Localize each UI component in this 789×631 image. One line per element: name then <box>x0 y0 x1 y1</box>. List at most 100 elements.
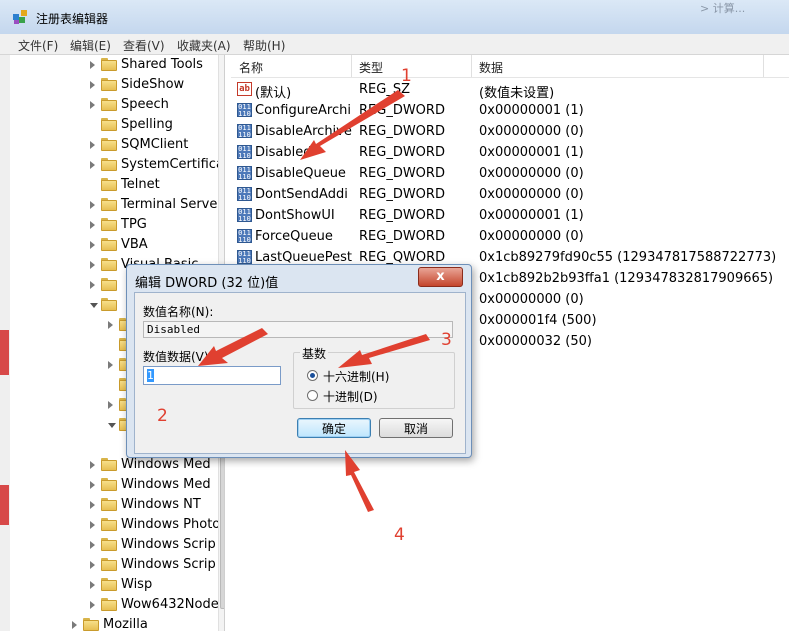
expand-arrow-icon[interactable] <box>90 541 95 549</box>
value-name: Disabled <box>255 145 312 160</box>
tree-item[interactable]: SystemCertifica <box>10 155 224 175</box>
close-button[interactable]: x <box>418 267 463 287</box>
tree-scrollbar-thumb[interactable] <box>220 447 224 609</box>
value-data-input[interactable]: 1 <box>143 366 281 385</box>
hex-label[interactable]: 十六进制(H) <box>323 368 389 385</box>
folder-icon <box>101 138 117 151</box>
menu-view[interactable]: 查看(V) <box>123 37 165 54</box>
value-type: REG_DWORD <box>359 208 445 223</box>
tree-item[interactable]: Windows Med <box>10 455 224 475</box>
value-name: ForceQueue <box>255 229 333 244</box>
value-row[interactable]: 011 110 DisableArchive REG_DWORD 0x00000000… <box>231 121 789 142</box>
expand-arrow-icon[interactable] <box>90 581 95 589</box>
tree-item-label: VBA <box>121 237 148 252</box>
tree-item[interactable]: Wisp <box>10 575 224 595</box>
title-bar: 注册表编辑器 > 计算... <box>0 0 789 34</box>
expand-arrow-icon[interactable] <box>90 241 95 249</box>
collapse-arrow-icon[interactable] <box>108 423 116 428</box>
folder-icon <box>101 518 117 531</box>
value-row[interactable]: 011 110 Disabled REG_DWORD 0x00000001 (1) <box>231 142 789 163</box>
annotation-3: 3 <box>441 330 452 350</box>
folder-icon <box>101 538 117 551</box>
column-divider[interactable] <box>351 55 352 77</box>
expand-arrow-icon[interactable] <box>90 61 95 69</box>
value-row[interactable]: 011 110 DontSendAddi REG_DWORD 0x00000000 (… <box>231 184 789 205</box>
tree-item[interactable]: Mozilla <box>10 615 224 631</box>
value-type: REG_DWORD <box>359 145 445 160</box>
tree-item[interactable]: Telnet <box>10 175 224 195</box>
expand-arrow-icon[interactable] <box>90 81 95 89</box>
menu-help[interactable]: 帮助(H) <box>243 37 285 54</box>
value-row[interactable]: ab (默认) REG_SZ (数值未设置) <box>231 79 789 101</box>
tree-item[interactable]: Windows Scrip <box>10 535 224 555</box>
tree-item[interactable]: Windows Med <box>10 475 224 495</box>
menu-file[interactable]: 文件(F) <box>18 37 58 54</box>
dec-radio[interactable] <box>307 390 318 401</box>
expand-arrow-icon[interactable] <box>90 201 95 209</box>
expand-arrow-icon[interactable] <box>90 481 95 489</box>
tree-item[interactable]: Windows NT <box>10 495 224 515</box>
menu-edit[interactable]: 编辑(E) <box>70 37 111 54</box>
folder-icon <box>101 478 117 491</box>
tree-item[interactable]: Windows Scrip <box>10 555 224 575</box>
expand-arrow-icon[interactable] <box>90 601 95 609</box>
expand-arrow-icon[interactable] <box>90 281 95 289</box>
value-data: 0x00000000 (0) <box>479 166 584 181</box>
tree-item[interactable]: VBA <box>10 235 224 255</box>
expand-arrow-icon[interactable] <box>108 321 113 329</box>
folder-icon <box>101 178 117 191</box>
tree-item[interactable]: Terminal Serve <box>10 195 224 215</box>
expand-arrow-icon[interactable] <box>90 261 95 269</box>
value-type: REG_QWORD <box>359 250 446 265</box>
tree-item[interactable]: SideShow <box>10 75 224 95</box>
column-divider[interactable] <box>471 55 472 77</box>
binary-value-icon: 011 110 <box>237 208 252 223</box>
expand-arrow-icon[interactable] <box>90 161 95 169</box>
binary-value-icon: 011 110 <box>237 229 252 244</box>
column-type[interactable]: 类型 <box>359 59 383 76</box>
tree-item-label: Windows Scrip <box>121 557 216 572</box>
value-row[interactable]: 011 110 ConfigureArchi REG_DWORD 0x00000001… <box>231 100 789 121</box>
value-row[interactable]: 011 110 ForceQueue REG_DWORD 0x00000000 (0) <box>231 226 789 247</box>
value-data: 0x00000001 (1) <box>479 145 584 160</box>
expand-arrow-icon[interactable] <box>90 501 95 509</box>
column-data[interactable]: 数据 <box>479 59 503 76</box>
expand-arrow-icon[interactable] <box>108 401 113 409</box>
cancel-button[interactable]: 取消 <box>379 418 453 438</box>
expand-arrow-icon[interactable] <box>108 361 113 369</box>
tree-item[interactable]: Spelling <box>10 115 224 135</box>
column-name[interactable]: 名称 <box>239 59 263 76</box>
regedit-icon <box>13 10 27 24</box>
tree-item[interactable]: Speech <box>10 95 224 115</box>
hex-radio[interactable] <box>307 370 318 381</box>
left-edge <box>0 55 10 631</box>
dec-label[interactable]: 十进制(D) <box>323 388 378 405</box>
string-value-icon: ab <box>237 82 252 96</box>
value-name: DontShowUI <box>255 208 335 223</box>
tree-item[interactable]: Wow6432Node <box>10 595 224 615</box>
column-divider[interactable] <box>763 55 764 77</box>
value-type: REG_DWORD <box>359 103 445 118</box>
folder-icon <box>101 578 117 591</box>
expand-arrow-icon[interactable] <box>90 221 95 229</box>
expand-arrow-icon[interactable] <box>72 621 77 629</box>
expand-arrow-icon[interactable] <box>90 461 95 469</box>
value-row[interactable]: 011 110 DontShowUI REG_DWORD 0x00000001 (1) <box>231 205 789 226</box>
value-row[interactable]: 011 110 DisableQueue REG_DWORD 0x00000000 (… <box>231 163 789 184</box>
expand-arrow-icon[interactable] <box>90 561 95 569</box>
expand-arrow-icon[interactable] <box>90 141 95 149</box>
tree-item-label: Wisp <box>121 577 153 592</box>
tree-item[interactable]: SQMClient <box>10 135 224 155</box>
value-data: 0x00000000 (0) <box>479 187 584 202</box>
tree-item[interactable]: Windows Photo <box>10 515 224 535</box>
value-name: ConfigureArchi <box>255 103 351 118</box>
tree-item[interactable]: TPG <box>10 215 224 235</box>
ok-button[interactable]: 确定 <box>297 418 371 438</box>
expand-arrow-icon[interactable] <box>90 521 95 529</box>
expand-arrow-icon[interactable] <box>90 101 95 109</box>
folder-icon <box>101 158 117 171</box>
menu-favorites[interactable]: 收藏夹(A) <box>177 37 231 54</box>
tree-item-label: Windows Med <box>121 477 211 492</box>
collapse-arrow-icon[interactable] <box>90 303 98 308</box>
tree-item[interactable]: Shared Tools <box>10 55 224 75</box>
